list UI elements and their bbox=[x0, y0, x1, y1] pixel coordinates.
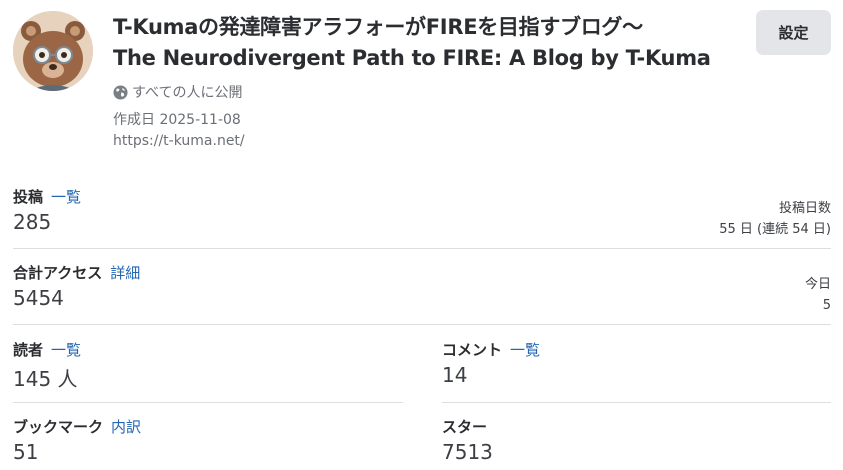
posting-days-value: 55 日 (連続 54 日) bbox=[719, 222, 831, 237]
comments-label: コメント bbox=[442, 341, 503, 359]
visibility-status: すべての人に公開 bbox=[113, 82, 242, 102]
comments-list-link[interactable]: 一覧 bbox=[510, 341, 540, 359]
readers-list-link[interactable]: 一覧 bbox=[51, 341, 81, 359]
today-label: 今日 bbox=[804, 277, 831, 292]
blog-url[interactable]: https://t-kuma.net/ bbox=[113, 133, 245, 149]
posts-count: 285 bbox=[13, 210, 52, 234]
comments-label-row: コメント 一覧 bbox=[442, 339, 540, 360]
posts-label-row: 投稿 一覧 bbox=[13, 186, 81, 207]
bookmarks-count: 51 bbox=[13, 440, 39, 464]
comments-stat: コメント 一覧 14 bbox=[442, 339, 540, 387]
created-date: 作成日 2025-11-08 bbox=[113, 112, 241, 128]
blog-avatar[interactable] bbox=[13, 11, 93, 91]
comments-count: 14 bbox=[442, 363, 468, 387]
readers-stat: 読者 一覧 145 人 bbox=[13, 339, 81, 392]
stars-label-row: スター bbox=[442, 416, 493, 437]
divider bbox=[13, 248, 831, 249]
today-value: 5 bbox=[822, 298, 831, 313]
access-count: 5454 bbox=[13, 286, 64, 310]
access-label: 合計アクセス bbox=[13, 264, 103, 282]
today-access: 今日 5 bbox=[805, 274, 831, 316]
readers-label-row: 読者 一覧 bbox=[13, 339, 81, 360]
globe-icon bbox=[113, 84, 128, 100]
posting-days-label: 投稿日数 bbox=[778, 201, 831, 216]
stars-count: 7513 bbox=[442, 440, 493, 464]
access-stat: 合計アクセス 詳細 5454 bbox=[13, 262, 140, 310]
divider bbox=[442, 402, 831, 403]
divider bbox=[13, 324, 831, 325]
blog-title[interactable]: T-Kumaの発達障害アラフォーがFIREを目指すブログ〜 The Neurod… bbox=[113, 12, 743, 74]
readers-count: 145 人 bbox=[13, 367, 78, 391]
posts-stat: 投稿 一覧 285 bbox=[13, 186, 81, 234]
blog-title-line-1: T-Kumaの発達障害アラフォーがFIREを目指すブログ〜 bbox=[113, 15, 643, 39]
bookmarks-label: ブックマーク bbox=[13, 418, 104, 436]
posts-list-link[interactable]: 一覧 bbox=[51, 188, 81, 206]
readers-label: 読者 bbox=[13, 341, 44, 359]
visibility-label: すべての人に公開 bbox=[132, 85, 243, 101]
bear-avatar-icon bbox=[13, 11, 93, 91]
stars-stat: スター 7513 bbox=[442, 416, 493, 464]
bookmarks-label-row: ブックマーク 内訳 bbox=[13, 416, 141, 437]
settings-button[interactable]: 設定 bbox=[756, 10, 831, 55]
posts-label: 投稿 bbox=[13, 188, 44, 206]
bookmarks-stat: ブックマーク 内訳 51 bbox=[13, 416, 141, 464]
access-details-link[interactable]: 詳細 bbox=[110, 264, 140, 282]
access-label-row: 合計アクセス 詳細 bbox=[13, 262, 140, 283]
blog-title-line-2: The Neurodivergent Path to FIRE: A Blog … bbox=[113, 46, 711, 70]
divider bbox=[13, 402, 403, 403]
bookmarks-breakdown-link[interactable]: 内訳 bbox=[111, 418, 141, 436]
stars-label: スター bbox=[442, 418, 488, 436]
posting-days: 投稿日数 55 日 (連続 54 日) bbox=[719, 198, 831, 240]
